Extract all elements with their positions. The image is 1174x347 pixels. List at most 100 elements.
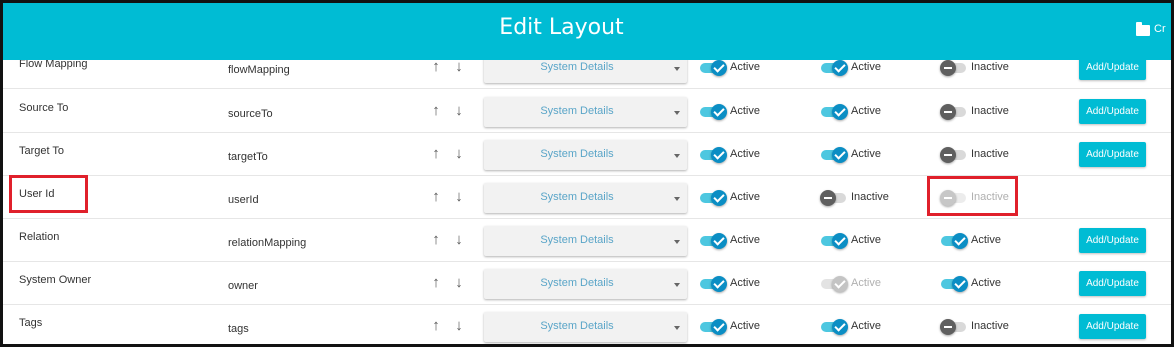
caret-down-icon [674, 197, 680, 201]
check-icon [832, 104, 848, 120]
check-icon [711, 104, 727, 120]
minus-icon [820, 190, 836, 206]
status-toggle-3[interactable]: Active [941, 276, 1021, 294]
check-icon [832, 319, 848, 335]
minus-icon [940, 60, 956, 76]
status-toggle-1[interactable]: Active [700, 104, 780, 122]
move-down-arrow-icon[interactable]: ↓ [452, 275, 466, 291]
row-field-key: relationMapping [228, 237, 307, 249]
check-icon [832, 276, 848, 292]
table-row: Tags tags ↑ ↓ System Details Active Acti… [3, 305, 1171, 344]
toggle-label: Inactive [971, 148, 1009, 160]
toggle-label: Active [851, 277, 881, 289]
check-icon [832, 60, 848, 76]
inactive-toggle-highlight [927, 176, 1018, 216]
check-icon [711, 233, 727, 249]
minus-icon [940, 319, 956, 335]
add-update-button[interactable]: Add/Update [1079, 99, 1146, 124]
dropdown-selected-value: System Details [540, 148, 614, 160]
status-toggle-1[interactable]: Active [700, 147, 780, 165]
move-down-arrow-icon[interactable]: ↓ [452, 318, 466, 334]
folder-icon[interactable] [1136, 22, 1150, 36]
dropdown-selected-value: System Details [540, 191, 614, 203]
status-toggle-3[interactable]: Inactive [940, 60, 1021, 78]
status-toggle-1[interactable]: Active [700, 60, 780, 78]
status-toggle-3[interactable]: Inactive [940, 319, 1021, 337]
dropdown-selected-value: System Details [540, 234, 614, 246]
edit-layout-window: Flow Mapping flowMapping ↑ ↓ System Deta… [0, 0, 1174, 347]
move-up-arrow-icon[interactable]: ↑ [429, 146, 443, 162]
row-field-key: targetTo [228, 151, 268, 163]
row-label: Source To [19, 102, 69, 114]
table-row: System Owner owner ↑ ↓ System Details Ac… [3, 262, 1171, 305]
toggle-label: Active [730, 277, 760, 289]
dialog-header: Edit Layout Cr [3, 3, 1171, 60]
table-row: Relation relationMapping ↑ ↓ System Deta… [3, 219, 1171, 262]
status-toggle-2[interactable]: Active [821, 147, 901, 165]
status-toggle-2[interactable]: Active [821, 319, 901, 337]
header-action-label[interactable]: Cr [1154, 23, 1166, 35]
status-toggle-3[interactable]: Inactive [940, 104, 1021, 122]
move-up-arrow-icon[interactable]: ↑ [429, 103, 443, 119]
section-dropdown[interactable]: System Details [484, 183, 687, 213]
move-up-arrow-icon[interactable]: ↑ [429, 232, 443, 248]
toggle-label: Active [971, 234, 1001, 246]
toggle-label: Active [971, 277, 1001, 289]
section-dropdown[interactable]: System Details [484, 226, 687, 256]
row-label: Tags [19, 317, 43, 329]
move-up-arrow-icon[interactable]: ↑ [429, 275, 443, 291]
row-field-key: sourceTo [228, 108, 273, 120]
user-id-label-highlight [9, 175, 88, 213]
status-toggle-2-disabled: Active [821, 276, 901, 294]
move-down-arrow-icon[interactable]: ↓ [452, 189, 466, 205]
table-row: Source To sourceTo ↑ ↓ System Details Ac… [3, 90, 1171, 133]
add-update-button[interactable]: Add/Update [1079, 142, 1146, 167]
status-toggle-3[interactable]: Active [941, 233, 1021, 251]
status-toggle-2[interactable]: Active [821, 60, 901, 78]
status-toggle-1[interactable]: Active [700, 319, 780, 337]
add-update-button[interactable]: Add/Update [1079, 314, 1146, 339]
status-toggle-1[interactable]: Active [700, 276, 780, 294]
toggle-label: Active [730, 320, 760, 332]
check-icon [952, 233, 968, 249]
toggle-label: Active [730, 191, 760, 203]
caret-down-icon [674, 326, 680, 330]
check-icon [711, 190, 727, 206]
toggle-label: Inactive [971, 61, 1009, 73]
status-toggle-3[interactable]: Inactive [940, 147, 1021, 165]
toggle-label: Inactive [971, 320, 1009, 332]
caret-down-icon [674, 67, 680, 71]
status-toggle-1[interactable]: Active [700, 233, 780, 251]
move-down-arrow-icon[interactable]: ↓ [452, 232, 466, 248]
section-dropdown[interactable]: System Details [484, 97, 687, 127]
toggle-label: Inactive [851, 191, 889, 203]
move-up-arrow-icon[interactable]: ↑ [429, 318, 443, 334]
move-up-arrow-icon[interactable]: ↑ [429, 189, 443, 205]
row-label: System Owner [19, 274, 92, 286]
move-down-arrow-icon[interactable]: ↓ [452, 59, 466, 75]
status-toggle-1[interactable]: Active [700, 190, 780, 208]
status-toggle-2[interactable]: Active [821, 104, 901, 122]
toggle-label: Active [851, 234, 881, 246]
row-field-key: tags [228, 323, 249, 335]
dropdown-selected-value: System Details [540, 61, 614, 73]
section-dropdown[interactable]: System Details [484, 312, 687, 342]
section-dropdown[interactable]: System Details [484, 269, 687, 299]
row-field-key: userId [228, 194, 259, 206]
status-toggle-2[interactable]: Inactive [820, 190, 901, 208]
dropdown-selected-value: System Details [540, 320, 614, 332]
section-dropdown[interactable]: System Details [484, 140, 687, 170]
toggle-label: Active [851, 148, 881, 160]
add-update-button[interactable]: Add/Update [1079, 228, 1146, 253]
add-update-button[interactable]: Add/Update [1079, 271, 1146, 296]
dropdown-selected-value: System Details [540, 277, 614, 289]
move-down-arrow-icon[interactable]: ↓ [452, 103, 466, 119]
check-icon [711, 60, 727, 76]
caret-down-icon [674, 240, 680, 244]
move-down-arrow-icon[interactable]: ↓ [452, 146, 466, 162]
check-icon [711, 276, 727, 292]
row-field-key: owner [228, 280, 258, 292]
toggle-label: Active [730, 148, 760, 160]
move-up-arrow-icon[interactable]: ↑ [429, 59, 443, 75]
status-toggle-2[interactable]: Active [821, 233, 901, 251]
